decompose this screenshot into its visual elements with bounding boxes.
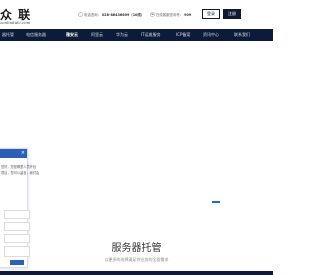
nav-item-aliyun[interactable]: 阿里云 (91, 29, 103, 41)
chat-bubble-icon (150, 12, 155, 17)
section-subtitle: 以更多的选择满足你业务的全面需求 (104, 257, 169, 262)
brand-url: zonlinkidc.com (0, 20, 31, 25)
nav-item-huawei-cloud[interactable]: 华为云 (116, 29, 128, 41)
section-title: 服务器托管 (111, 243, 162, 254)
main-nav: 器托管 电信服务器 雅安云 阿里云 华为云 IT运维服务 ICP备案 资讯中心 … (0, 29, 273, 41)
chat-header: × (0, 149, 27, 158)
nav-item-it-ops[interactable]: IT运维服务 (141, 29, 161, 41)
nav-item-news[interactable]: 资讯中心 (203, 29, 219, 41)
online-number: 909 (184, 12, 192, 17)
nav-item-hosting[interactable]: 器托管 (2, 29, 14, 41)
chat-phone-field[interactable] (4, 222, 30, 231)
phone-number: 028-86436609（10线） (101, 13, 145, 17)
nav-item-contact[interactable]: 联系我们 (234, 29, 250, 41)
nav-item-yaan-cloud[interactable]: 雅安云 (66, 29, 78, 41)
nav-item-icp[interactable]: ICP备案 (176, 29, 190, 41)
login-button[interactable]: 登录 (202, 9, 220, 19)
online-label: 在线客服咨询号： (156, 13, 184, 17)
chat-name-field[interactable] (4, 210, 30, 219)
close-icon[interactable]: × (21, 150, 25, 157)
phone-icon (78, 12, 83, 17)
phone-hotline: 电话咨询： 028-86436609（10线） (78, 12, 144, 17)
register-button[interactable]: 注册 (223, 9, 241, 19)
banner-indicator[interactable] (212, 201, 220, 203)
online-service[interactable]: 在线客服咨询号： 909 (150, 12, 191, 17)
nav-item-telecom-server[interactable]: 电信服务器 (26, 29, 46, 41)
chat-message-line-1: 您好，您是哪里人员外包 (1, 165, 37, 169)
phone-label: 电话咨询： (84, 13, 101, 17)
chat-message-line-2: 项目，您可以留言，我们会 (1, 171, 40, 175)
bottom-bar (0, 271, 273, 275)
